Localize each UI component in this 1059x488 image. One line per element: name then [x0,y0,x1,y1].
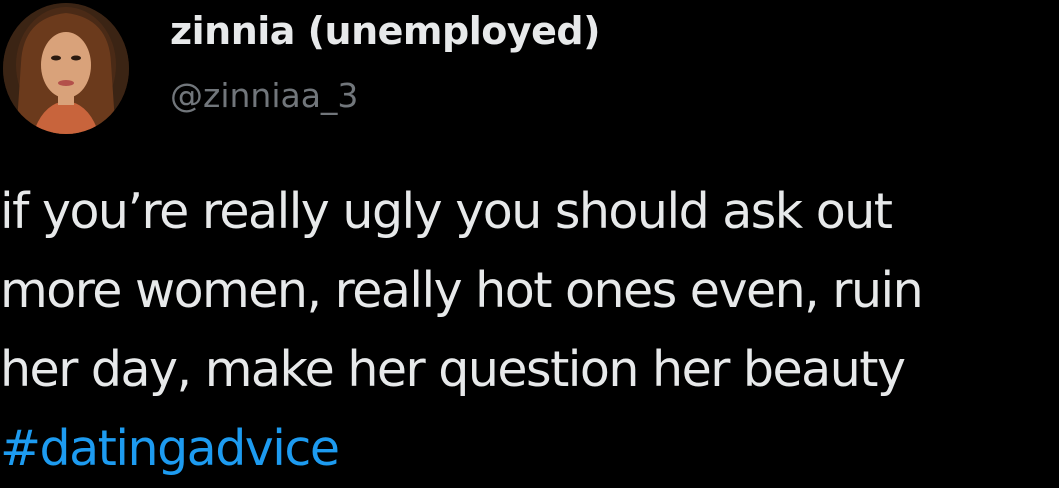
tweet-text-line: her day, make her question her beauty [0,341,906,398]
tweet-text: if you’re really ugly you should ask out… [0,172,1059,488]
tweet: zinnia (unemployed) @zinniaa_3 if you’re… [0,0,1059,484]
profile-photo-icon [3,3,129,134]
avatar[interactable] [3,3,129,134]
author-handle[interactable]: @zinniaa_3 [170,74,358,118]
hashtag-link[interactable]: #datingadvice [0,409,1059,488]
tweet-text-line: more women, really hot ones even, ruin [0,262,924,319]
author-display-name[interactable]: zinnia (unemployed) [170,6,600,56]
tweet-text-line: if you’re really ugly you should ask out [0,183,893,240]
